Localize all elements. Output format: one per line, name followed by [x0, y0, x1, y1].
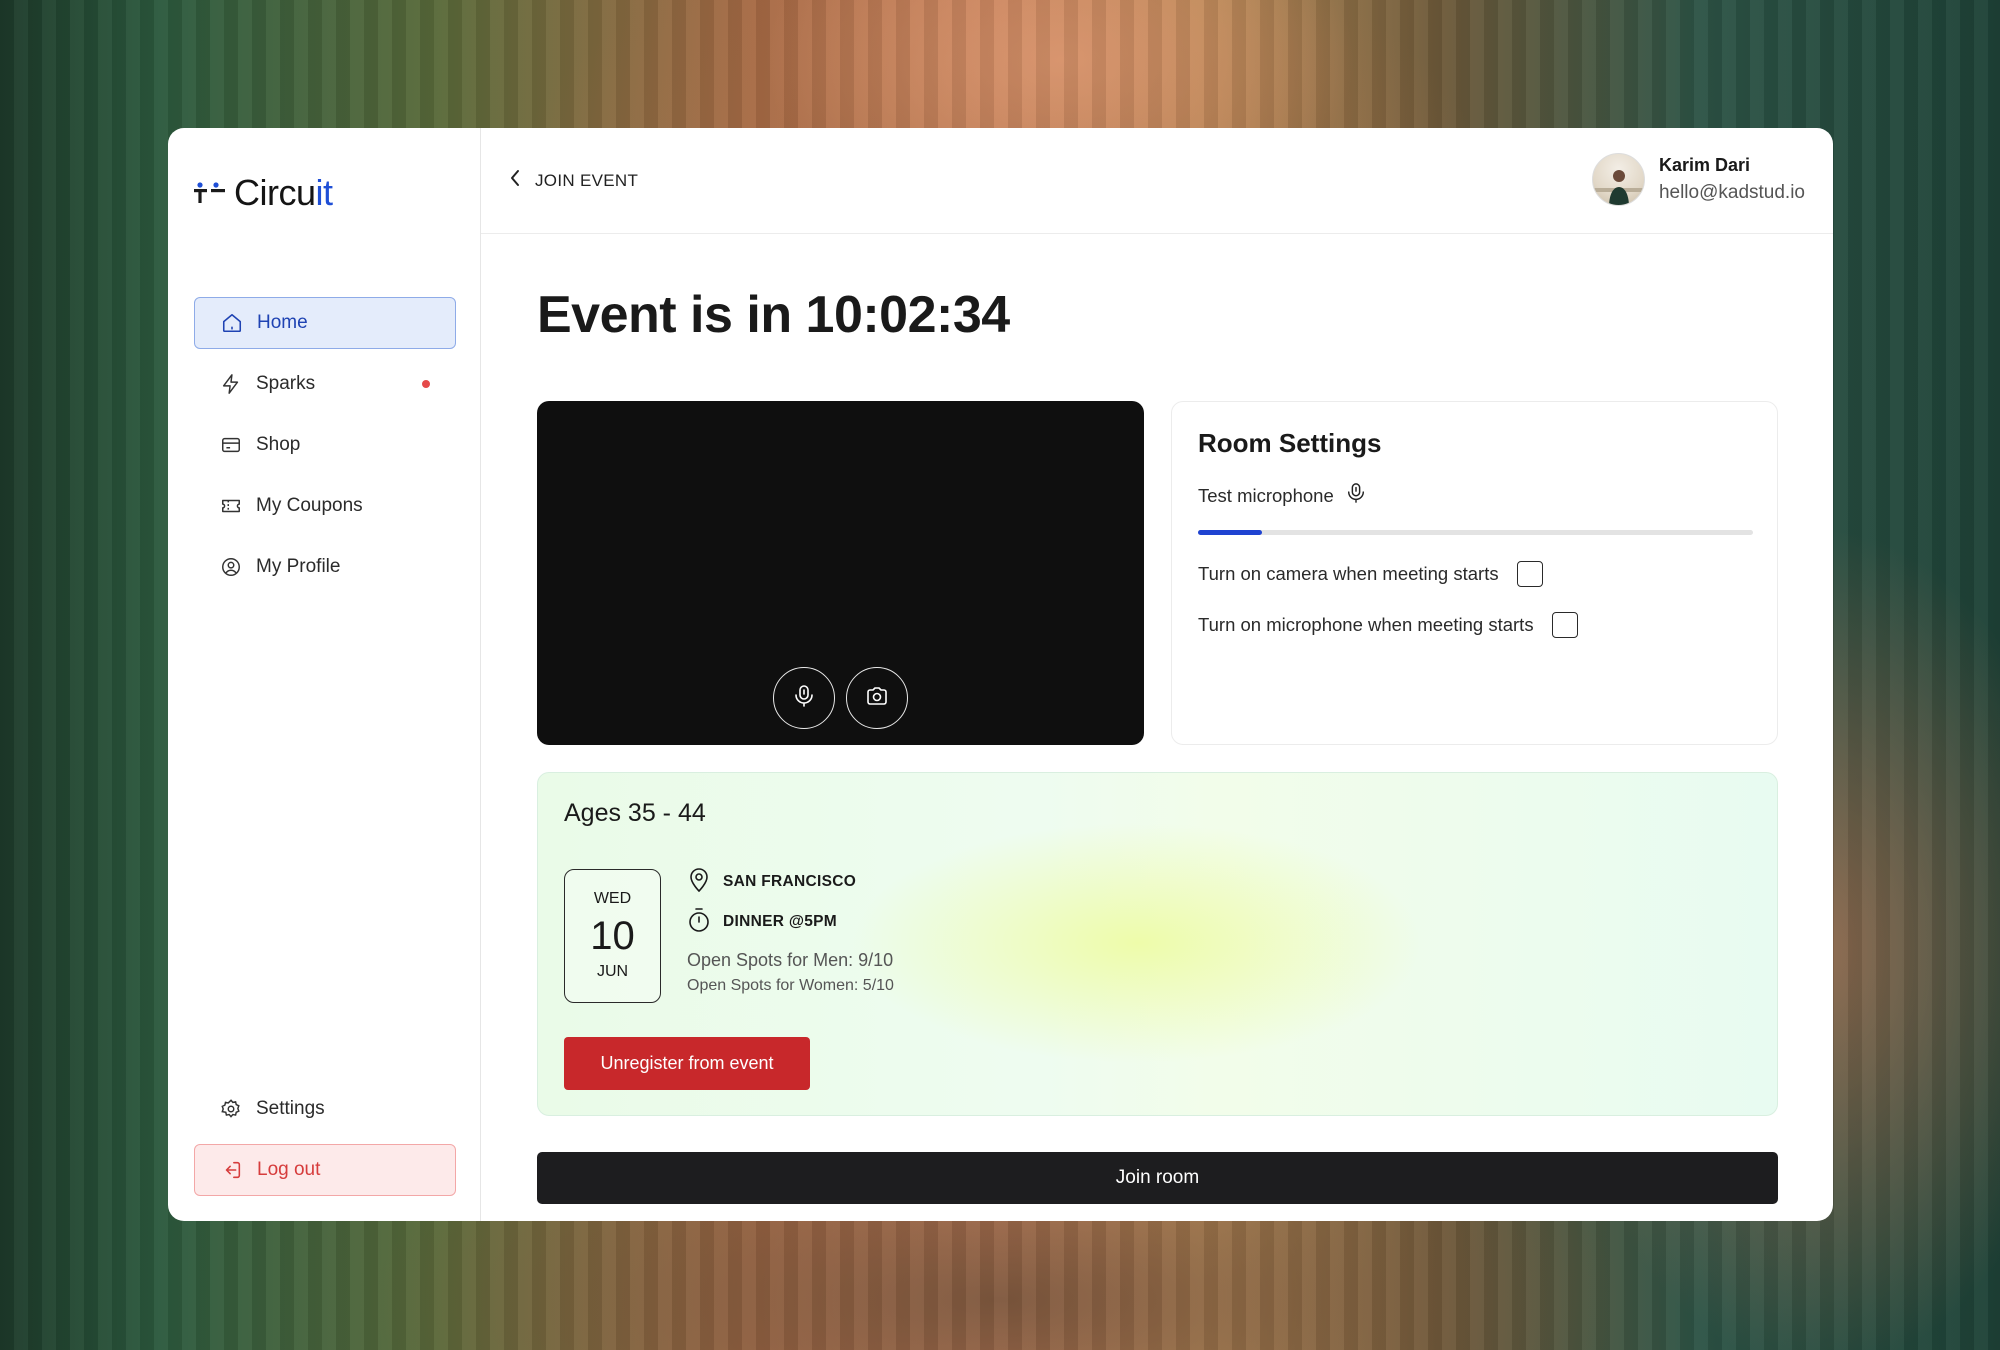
user-email: hello@kadstud.io	[1658, 182, 1805, 203]
video-preview	[537, 401, 1144, 745]
mic-level-fill	[1198, 530, 1262, 535]
sidebar-item-shop[interactable]: Shop	[194, 419, 456, 471]
top-bar: JOIN EVENT Karim Dari hello@kadstud.io	[481, 128, 1833, 234]
sidebar-item-label: My Coupons	[256, 495, 363, 516]
main-content: JOIN EVENT Karim Dari hello@kadstud.io E…	[481, 128, 1833, 1221]
microphone-toggle-button[interactable]	[773, 667, 835, 729]
camera-on-start-label: Turn on camera when meeting starts	[1198, 563, 1499, 584]
settings-label: Settings	[256, 1098, 325, 1119]
room-settings-title: Room Settings	[1198, 428, 1382, 458]
chevron-left-icon	[509, 169, 521, 192]
logo-mark-icon	[194, 182, 225, 203]
test-microphone-label: Test microphone	[1198, 484, 1334, 506]
microphone-on-start-checkbox[interactable]	[1551, 612, 1578, 638]
logo-text: Circuit	[234, 172, 333, 213]
page-title: Event is in 10:02:34	[537, 286, 1010, 344]
camera-toggle-button[interactable]	[846, 667, 908, 729]
test-microphone[interactable]: Test microphone	[1198, 481, 1751, 510]
event-location-text: SAN FRANCISCO	[723, 873, 857, 890]
sidebar-item-label: My Profile	[256, 556, 341, 577]
sidebar: Circuit Home Sparks Shop My Coupons My P…	[168, 128, 481, 1221]
sidebar-item-home[interactable]: Home	[194, 297, 456, 349]
microphone-on-start-label: Turn on microphone when meeting starts	[1198, 614, 1534, 635]
event-meal: DINNER @5PM	[687, 907, 894, 938]
notification-dot	[422, 380, 430, 388]
back-button[interactable]: JOIN EVENT	[509, 169, 638, 192]
event-day: 10	[590, 914, 635, 958]
open-spots-women: Open Spots for Women: 5/10	[687, 977, 894, 994]
back-label: JOIN EVENT	[535, 170, 639, 190]
app-window: Circuit Home Sparks Shop My Coupons My P…	[168, 128, 1833, 1221]
event-card: Ages 35 - 44 WED 10 JUN SAN FRANCISCO DI…	[537, 772, 1778, 1116]
sidebar-item-label: Home	[257, 312, 308, 333]
timer-icon	[687, 907, 711, 938]
room-settings-panel: Room Settings Test microphone Turn on ca…	[1171, 401, 1778, 745]
user-info: Karim Dari hello@kadstud.io	[1659, 155, 1805, 204]
user-circle-icon	[220, 556, 242, 578]
logout-button[interactable]: Log out	[194, 1144, 456, 1196]
ticket-icon	[220, 495, 242, 517]
event-details: SAN FRANCISCO DINNER @5PM Open Spots for…	[687, 867, 894, 995]
event-date-card: WED 10 JUN	[564, 869, 661, 1003]
camera-on-start-checkbox[interactable]	[1516, 561, 1543, 587]
microphone-icon	[1346, 481, 1366, 510]
sidebar-item-label: Shop	[256, 434, 301, 455]
card-icon	[220, 434, 242, 456]
camera-icon	[865, 685, 889, 712]
user-name: Karim Dari	[1658, 155, 1750, 175]
sidebar-item-my-profile[interactable]: My Profile	[194, 541, 456, 593]
event-month: JUN	[596, 963, 629, 980]
gear-icon	[220, 1098, 242, 1120]
event-title: Ages 35 - 44	[564, 799, 706, 827]
event-location: SAN FRANCISCO	[687, 867, 894, 898]
mic-level-meter	[1198, 530, 1753, 535]
microphone-on-start-option: Turn on microphone when meeting starts	[1198, 612, 1751, 638]
unregister-button[interactable]: Unregister from event	[564, 1037, 810, 1090]
location-pin-icon	[687, 867, 711, 898]
open-spots-men: Open Spots for Men: 9/10	[687, 950, 894, 970]
sidebar-bottom: Settings Log out	[194, 1083, 456, 1205]
event-day-of-week: WED	[593, 890, 632, 907]
logout-label: Log out	[257, 1159, 321, 1180]
sidebar-item-sparks[interactable]: Sparks	[194, 358, 456, 410]
join-room-button[interactable]: Join room	[537, 1152, 1778, 1204]
event-meal-text: DINNER @5PM	[723, 913, 838, 930]
home-icon	[221, 312, 243, 334]
camera-on-start-option: Turn on camera when meeting starts	[1198, 561, 1751, 587]
avatar	[1591, 153, 1645, 206]
sidebar-nav: Home Sparks Shop My Coupons My Profile	[194, 297, 456, 602]
microphone-icon	[793, 684, 815, 713]
logout-icon	[221, 1159, 243, 1181]
sidebar-item-my-coupons[interactable]: My Coupons	[194, 480, 456, 532]
bolt-icon	[220, 373, 242, 395]
sidebar-item-label: Sparks	[256, 373, 316, 394]
user-profile[interactable]: Karim Dari hello@kadstud.io	[1591, 153, 1805, 206]
sidebar-item-settings[interactable]: Settings	[194, 1083, 456, 1135]
logo[interactable]: Circuit	[194, 172, 333, 214]
